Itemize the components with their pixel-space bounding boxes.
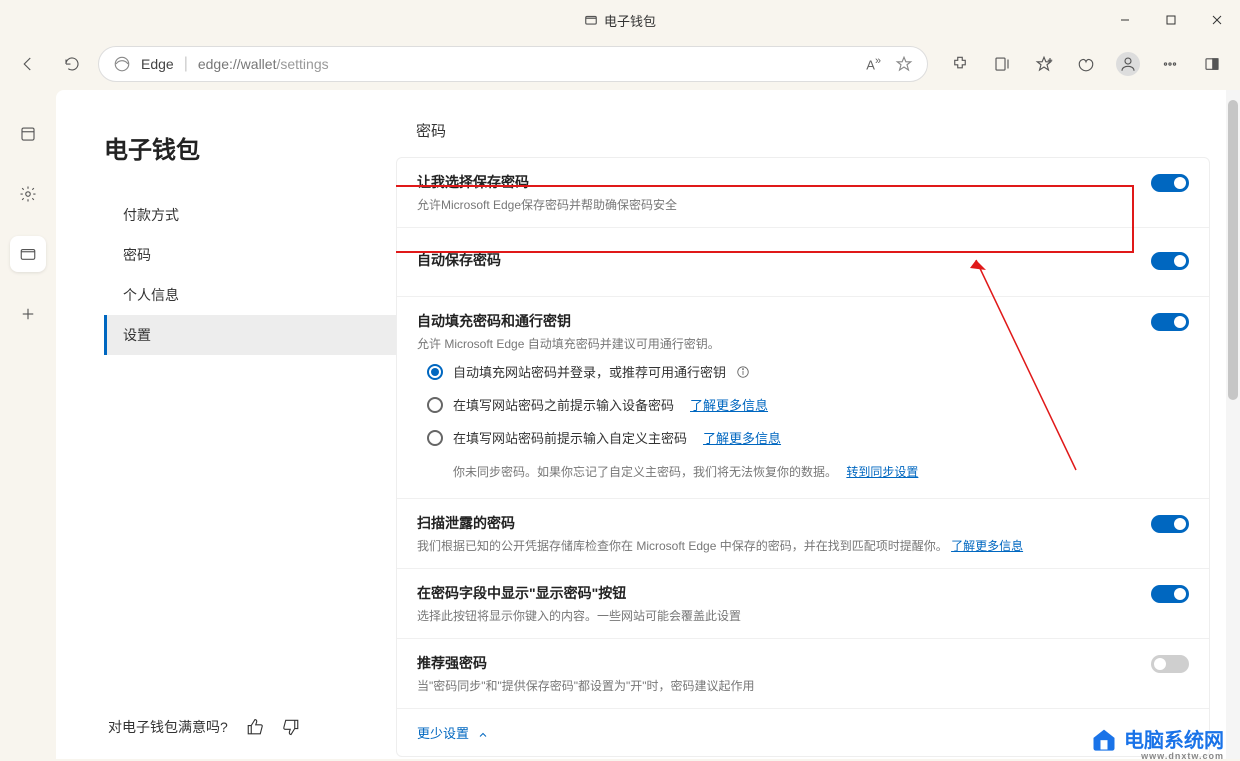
sidebar-item-passwords[interactable]: 密码 <box>104 235 396 275</box>
toggle-autofill[interactable] <box>1151 313 1189 331</box>
read-aloud-icon[interactable]: A» <box>866 55 881 72</box>
feedback-label: 对电子钱包满意吗? <box>108 717 228 737</box>
wallet-sidebar: 电子钱包 付款方式 密码 个人信息 设置 对电子钱包满意吗? <box>56 90 396 759</box>
sidebar-item-personal[interactable]: 个人信息 <box>104 275 396 315</box>
refresh-button[interactable] <box>54 46 90 82</box>
rail-settings-icon[interactable] <box>10 176 46 212</box>
learn-more-link[interactable]: 了解更多信息 <box>951 539 1023 553</box>
radio-autofill-login[interactable]: 自动填充网站密码并登录，或推荐可用通行密钥 <box>427 362 781 381</box>
thumbs-down-icon[interactable] <box>282 718 300 736</box>
sidebar-toggle-icon[interactable] <box>1194 46 1230 82</box>
watermark-icon <box>1090 725 1118 753</box>
setting-autofill: 自动填充密码和通行密钥 允许 Microsoft Edge 自动填充密码并建议可… <box>397 297 1209 499</box>
extensions-icon[interactable] <box>942 46 978 82</box>
chevron-up-icon <box>477 729 489 741</box>
rail-add-icon[interactable] <box>10 296 46 332</box>
radio-primary-password[interactable]: 在填写网站密码前提示输入自定义主密码 了解更多信息 <box>427 428 781 447</box>
setting-leak-scan: 扫描泄露的密码 我们根据已知的公开凭据存储库检查你在 Microsoft Edg… <box>397 499 1209 569</box>
thumbs-up-icon[interactable] <box>246 718 264 736</box>
sidebar-item-settings[interactable]: 设置 <box>104 315 396 355</box>
sync-note: 你未同步密码。如果你忘记了自定义主密码，我们将无法恢复你的数据。 转到同步设置 <box>453 463 918 480</box>
toggle-suggest-strong[interactable] <box>1151 655 1189 673</box>
rail-wallet-icon[interactable] <box>10 236 46 272</box>
edge-logo-icon <box>113 55 131 73</box>
url-text: edge://wallet/settings <box>198 56 329 72</box>
performance-icon[interactable] <box>1068 46 1104 82</box>
setting-offer-save: 让我选择保存密码 允许Microsoft Edge保存密码并帮助确保密码安全 <box>397 158 1209 228</box>
favorite-icon[interactable] <box>895 55 913 73</box>
vertical-tab-rail <box>0 88 56 759</box>
learn-more-link[interactable]: 了解更多信息 <box>703 428 781 447</box>
sidebar-item-payments[interactable]: 付款方式 <box>104 195 396 235</box>
info-icon[interactable] <box>736 365 750 379</box>
window-title: 电子钱包 <box>604 11 656 30</box>
setting-suggest-strong: 推荐强密码 当"密码同步"和"提供保存密码"都设置为"开"时，密码建议起作用 <box>397 639 1209 709</box>
radio-device-password[interactable]: 在填写网站密码之前提示输入设备密码 了解更多信息 <box>427 395 781 414</box>
more-menu-icon[interactable] <box>1152 46 1188 82</box>
vertical-scrollbar[interactable] <box>1226 90 1240 759</box>
brand-label: Edge <box>141 56 174 72</box>
profile-avatar[interactable] <box>1110 46 1146 82</box>
toggle-offer-save[interactable] <box>1151 174 1189 192</box>
back-button[interactable] <box>10 46 46 82</box>
wallet-icon <box>584 13 598 27</box>
scrollbar-thumb[interactable] <box>1228 100 1238 400</box>
address-bar[interactable]: Edge | edge://wallet/settings A» <box>98 46 928 82</box>
toggle-reveal[interactable] <box>1151 585 1189 603</box>
less-settings-link[interactable]: 更少设置 <box>397 709 1209 756</box>
learn-more-link[interactable]: 了解更多信息 <box>690 395 768 414</box>
toggle-auto-save[interactable] <box>1151 252 1189 270</box>
setting-auto-save: 自动保存密码 <box>397 228 1209 297</box>
minimize-button[interactable] <box>1102 0 1148 40</box>
setting-reveal-button: 在密码字段中显示"显示密码"按钮 选择此按钮将显示你键入的内容。一些网站可能会覆… <box>397 569 1209 639</box>
settings-panel: 密码 让我选择保存密码 允许Microsoft Edge保存密码并帮助确保密码安… <box>396 90 1240 759</box>
rail-tab-icon[interactable] <box>10 116 46 152</box>
browser-navbar: Edge | edge://wallet/settings A» <box>0 40 1240 88</box>
collections-icon[interactable] <box>984 46 1020 82</box>
close-button[interactable] <box>1194 0 1240 40</box>
maximize-button[interactable] <box>1148 0 1194 40</box>
section-header: 密码 <box>416 120 1240 141</box>
toggle-leak-scan[interactable] <box>1151 515 1189 533</box>
favorites-icon[interactable] <box>1026 46 1062 82</box>
watermark: 电脑系统网 www.dnxtw.com <box>1090 724 1224 753</box>
page-title: 电子钱包 <box>104 130 396 165</box>
sync-settings-link[interactable]: 转到同步设置 <box>846 465 918 479</box>
window-titlebar: 电子钱包 <box>0 0 1240 40</box>
